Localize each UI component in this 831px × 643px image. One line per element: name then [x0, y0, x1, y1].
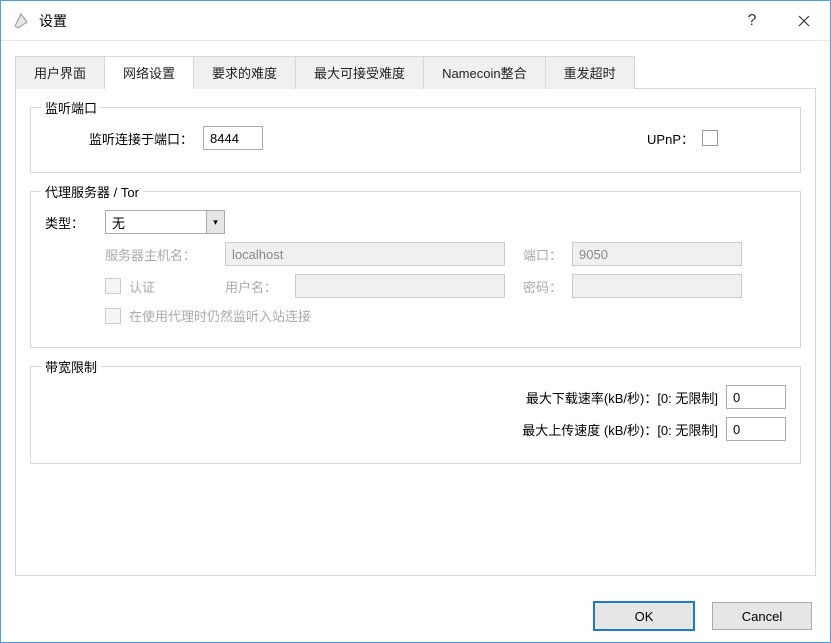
download-limit-label: 最大下载速率(kB/秒)：[0: 无限制]: [526, 388, 718, 407]
tab-namecoin[interactable]: Namecoin整合: [424, 56, 546, 89]
listen-port-group: 监听端口 监听连接于端口： UPnP：: [30, 107, 801, 173]
upload-limit-input[interactable]: [726, 417, 786, 441]
window-title: 设置: [39, 11, 726, 31]
tab-ui[interactable]: 用户界面: [15, 56, 105, 89]
tab-network[interactable]: 网络设置: [105, 56, 194, 89]
proxy-type-value: 无: [112, 213, 125, 232]
ok-button[interactable]: OK: [594, 602, 694, 630]
upnp-label: UPnP：: [647, 129, 694, 148]
dialog-footer: OK Cancel: [1, 590, 830, 642]
titlebar: 设置 ?: [1, 1, 830, 41]
proxy-legend: 代理服务器 / Tor: [41, 182, 143, 201]
proxy-group: 代理服务器 / Tor 类型： 无 ▾ 服务器主机名： 端口：: [30, 191, 801, 348]
help-button[interactable]: ?: [726, 1, 778, 41]
dialog-body: 用户界面 网络设置 要求的难度 最大可接受难度 Namecoin整合 重发超时 …: [1, 41, 830, 590]
download-limit-input[interactable]: [726, 385, 786, 409]
proxy-user-input: [295, 274, 505, 298]
listen-port-input[interactable]: [203, 126, 263, 150]
proxy-port-label: 端口：: [523, 245, 562, 264]
proxy-type-label: 类型：: [45, 213, 105, 232]
settings-window: 设置 ? 用户界面 网络设置 要求的难度 最大可接受难度 Namecoin整合 …: [0, 0, 831, 643]
app-icon: [11, 11, 31, 31]
cancel-button[interactable]: Cancel: [712, 602, 812, 630]
proxy-auth-checkbox: 认证: [105, 277, 225, 296]
proxy-port-input: [572, 242, 742, 266]
chevron-down-icon: ▾: [206, 211, 224, 233]
listen-port-legend: 监听端口: [41, 98, 101, 117]
bandwidth-group: 带宽限制 最大下载速率(kB/秒)：[0: 无限制] 最大上传速度 (kB/秒)…: [30, 366, 801, 464]
tab-difficulty[interactable]: 要求的难度: [194, 56, 296, 89]
proxy-host-input: [225, 242, 505, 266]
proxy-auth-label: 认证: [129, 277, 155, 296]
bandwidth-legend: 带宽限制: [41, 357, 101, 376]
proxy-type-select[interactable]: 无 ▾: [105, 210, 225, 234]
upnp-checkbox[interactable]: [702, 130, 726, 146]
close-button[interactable]: [778, 1, 830, 41]
proxy-incoming-checkbox: 在使用代理时仍然监听入站连接: [105, 306, 311, 325]
upload-limit-label: 最大上传速度 (kB/秒)：[0: 无限制]: [522, 420, 718, 439]
tab-max-difficulty[interactable]: 最大可接受难度: [296, 56, 424, 89]
proxy-incoming-label: 在使用代理时仍然监听入站连接: [129, 306, 311, 325]
proxy-host-label: 服务器主机名：: [105, 245, 225, 264]
tab-resend[interactable]: 重发超时: [546, 56, 635, 89]
proxy-pass-label: 密码：: [523, 277, 562, 296]
listen-port-label: 监听连接于端口：: [89, 129, 193, 148]
proxy-pass-input: [572, 274, 742, 298]
tab-bar: 用户界面 网络设置 要求的难度 最大可接受难度 Namecoin整合 重发超时: [15, 55, 816, 88]
tab-pane-network: 监听端口 监听连接于端口： UPnP： 代理服务器 / Tor 类型：: [15, 88, 816, 576]
proxy-user-label: 用户名：: [225, 277, 295, 296]
